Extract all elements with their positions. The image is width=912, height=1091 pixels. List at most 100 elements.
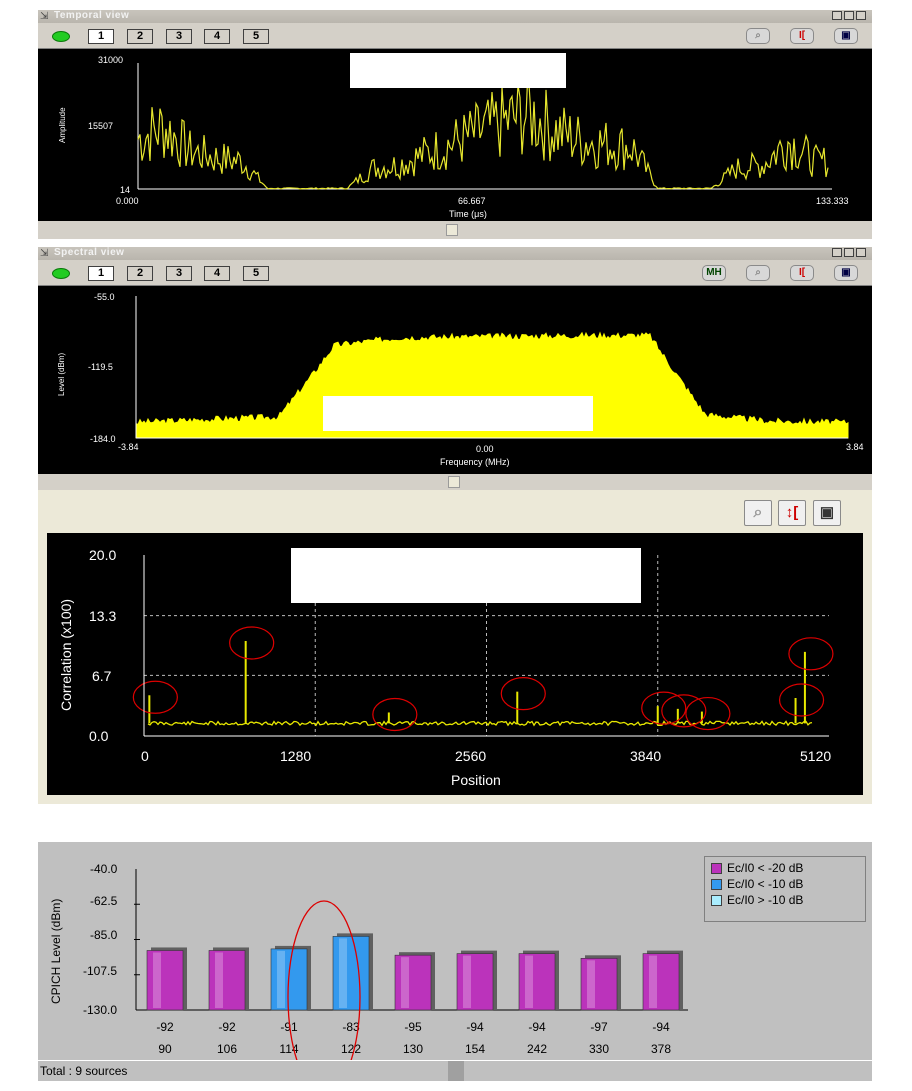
status-led-icon: [52, 31, 70, 42]
spectral-tab-1[interactable]: 1: [88, 266, 114, 281]
temporal-xlabel: Time (μs): [449, 209, 487, 219]
scroll-thumb[interactable]: [446, 224, 458, 236]
correlation-xtick: 5120: [800, 748, 831, 764]
scroll-thumb[interactable]: [448, 476, 460, 488]
bar-highlight: [649, 955, 657, 1008]
cpich-bar[interactable]: [332, 936, 370, 1011]
spectral-titlebar[interactable]: ⇲ Spectral view: [38, 247, 872, 260]
cpich-code-label: 106: [217, 1042, 237, 1056]
cpich-level-label: -92: [156, 1020, 174, 1034]
cursor-marker-icon[interactable]: ↕[: [778, 500, 806, 526]
cpich-code-label: 122: [341, 1042, 361, 1056]
temporal-xtick-end: 133.333: [816, 196, 849, 206]
correlation-ytick: 20.0: [89, 547, 116, 563]
minimize-button[interactable]: [832, 248, 842, 257]
spectral-xtick-start: -3.84: [118, 442, 139, 452]
legend-swatch-low: [711, 863, 722, 874]
cpich-labels: -9290-92106-91114-83122-95130-94154-9424…: [156, 1020, 671, 1056]
cpich-ytick: -62.5: [90, 894, 118, 908]
maximize-button[interactable]: [844, 248, 854, 257]
temporal-titlebar[interactable]: ⇲ Temporal view: [38, 10, 872, 23]
cpich-ytick: -130.0: [83, 1003, 117, 1017]
correlation-noise-floor: [147, 720, 813, 727]
window-icon: ⇲: [40, 248, 49, 259]
legend-label-mid: Ec/I0 < -10 dB: [727, 877, 804, 891]
cpich-code-label: 114: [279, 1042, 298, 1056]
cpich-ylabel: CPICH Level (dBm): [49, 899, 63, 1004]
max-hold-button[interactable]: MH: [702, 265, 726, 281]
cpich-code-label: 242: [527, 1042, 547, 1056]
temporal-tab-4[interactable]: 4: [204, 29, 230, 44]
correlation-xlabel: Position: [451, 772, 501, 788]
cpich-code-label: 90: [158, 1042, 172, 1056]
peak-highlight-circle: [788, 637, 834, 671]
cpich-code-label: 154: [465, 1042, 485, 1056]
cpich-code-label: 378: [651, 1042, 671, 1056]
cursor-marker-icon[interactable]: I[: [790, 265, 814, 281]
zoom-icon[interactable]: ⌕: [746, 265, 770, 281]
peak-highlight-circle: [229, 626, 275, 660]
cpich-bar[interactable]: [456, 953, 494, 1011]
maximize-button[interactable]: [844, 11, 854, 20]
temporal-tab-5[interactable]: 5: [243, 29, 269, 44]
spectral-title: Spectral view: [54, 247, 125, 258]
spectral-scrollbar[interactable]: [38, 474, 872, 490]
spectral-xlabel: Frequency (MHz): [440, 457, 510, 467]
cpich-bar[interactable]: [642, 953, 680, 1011]
export-image-icon[interactable]: ▣: [834, 28, 858, 44]
bar-highlight: [463, 955, 471, 1008]
bar-highlight: [525, 955, 533, 1008]
temporal-ytick-max: 31000: [98, 55, 123, 65]
temporal-xtick-mid: 66.667: [458, 196, 486, 206]
bar-highlight: [215, 952, 223, 1008]
export-image-icon[interactable]: ▣: [834, 265, 858, 281]
cpich-ytick: -85.0: [90, 928, 118, 942]
spectral-tab-3[interactable]: 3: [166, 266, 192, 281]
correlation-peaks: [148, 640, 806, 724]
spectral-plot: -55.0 -119.5 -184.0 -3.84 0.00 3.84 Freq…: [38, 286, 872, 474]
temporal-tab-2[interactable]: 2: [127, 29, 153, 44]
export-image-icon[interactable]: ▣: [813, 500, 841, 526]
spectral-tab-2[interactable]: 2: [127, 266, 153, 281]
bar-highlight: [401, 957, 409, 1008]
spectral-tab-4[interactable]: 4: [204, 266, 230, 281]
redaction-box: [291, 548, 641, 603]
spectral-toolbar: 1 2 3 4 5 MH ⌕ I[ ▣: [38, 260, 872, 286]
temporal-tab-3[interactable]: 3: [166, 29, 192, 44]
peak-highlight-circle: [778, 683, 825, 717]
spectral-tab-5[interactable]: 5: [243, 266, 269, 281]
cpich-level-label: -94: [466, 1020, 484, 1034]
correlation-ylabel: Correlation (x100): [58, 599, 74, 711]
redaction-box: [323, 396, 593, 431]
correlation-xtick: 2560: [455, 748, 486, 764]
cpich-level-label: -94: [652, 1020, 670, 1034]
legend-swatch-mid: [711, 879, 722, 890]
correlation-xtick: 3840: [630, 748, 661, 764]
cpich-code-label: 330: [589, 1042, 609, 1056]
cpich-bar[interactable]: [394, 954, 432, 1011]
cursor-marker-icon[interactable]: I[: [790, 28, 814, 44]
cpich-panel: -92 90 -92 106 -91 114 -83 122 -95 130 -94 154 -94 24…: [38, 842, 872, 1091]
correlation-ytick: 13.3: [89, 608, 116, 624]
close-button[interactable]: [856, 11, 866, 20]
close-button[interactable]: [856, 248, 866, 257]
redaction-box: [350, 53, 566, 88]
cpich-level-label: -95: [404, 1020, 422, 1034]
cpich-bar[interactable]: [580, 958, 618, 1011]
temporal-tab-1[interactable]: 1: [88, 29, 114, 44]
minimize-button[interactable]: [832, 11, 842, 20]
zoom-icon[interactable]: ⌕: [746, 28, 770, 44]
temporal-toolbar: 1 2 3 4 5 ⌕ I[ ▣: [38, 23, 872, 49]
zoom-icon[interactable]: ⌕: [744, 500, 772, 526]
cpich-bar[interactable]: [146, 950, 184, 1011]
cpich-bar[interactable]: [208, 950, 246, 1011]
temporal-scrollbar[interactable]: [38, 221, 872, 239]
cpich-level-label: -97: [590, 1020, 608, 1034]
cpich-level-label: -92: [218, 1020, 236, 1034]
bar-highlight: [339, 938, 347, 1008]
cpich-bars: [146, 933, 683, 1011]
cpich-grid: [134, 903, 140, 976]
bar-highlight: [277, 950, 285, 1008]
peak-highlight-circle: [132, 680, 178, 714]
cpich-bar[interactable]: [518, 953, 556, 1011]
